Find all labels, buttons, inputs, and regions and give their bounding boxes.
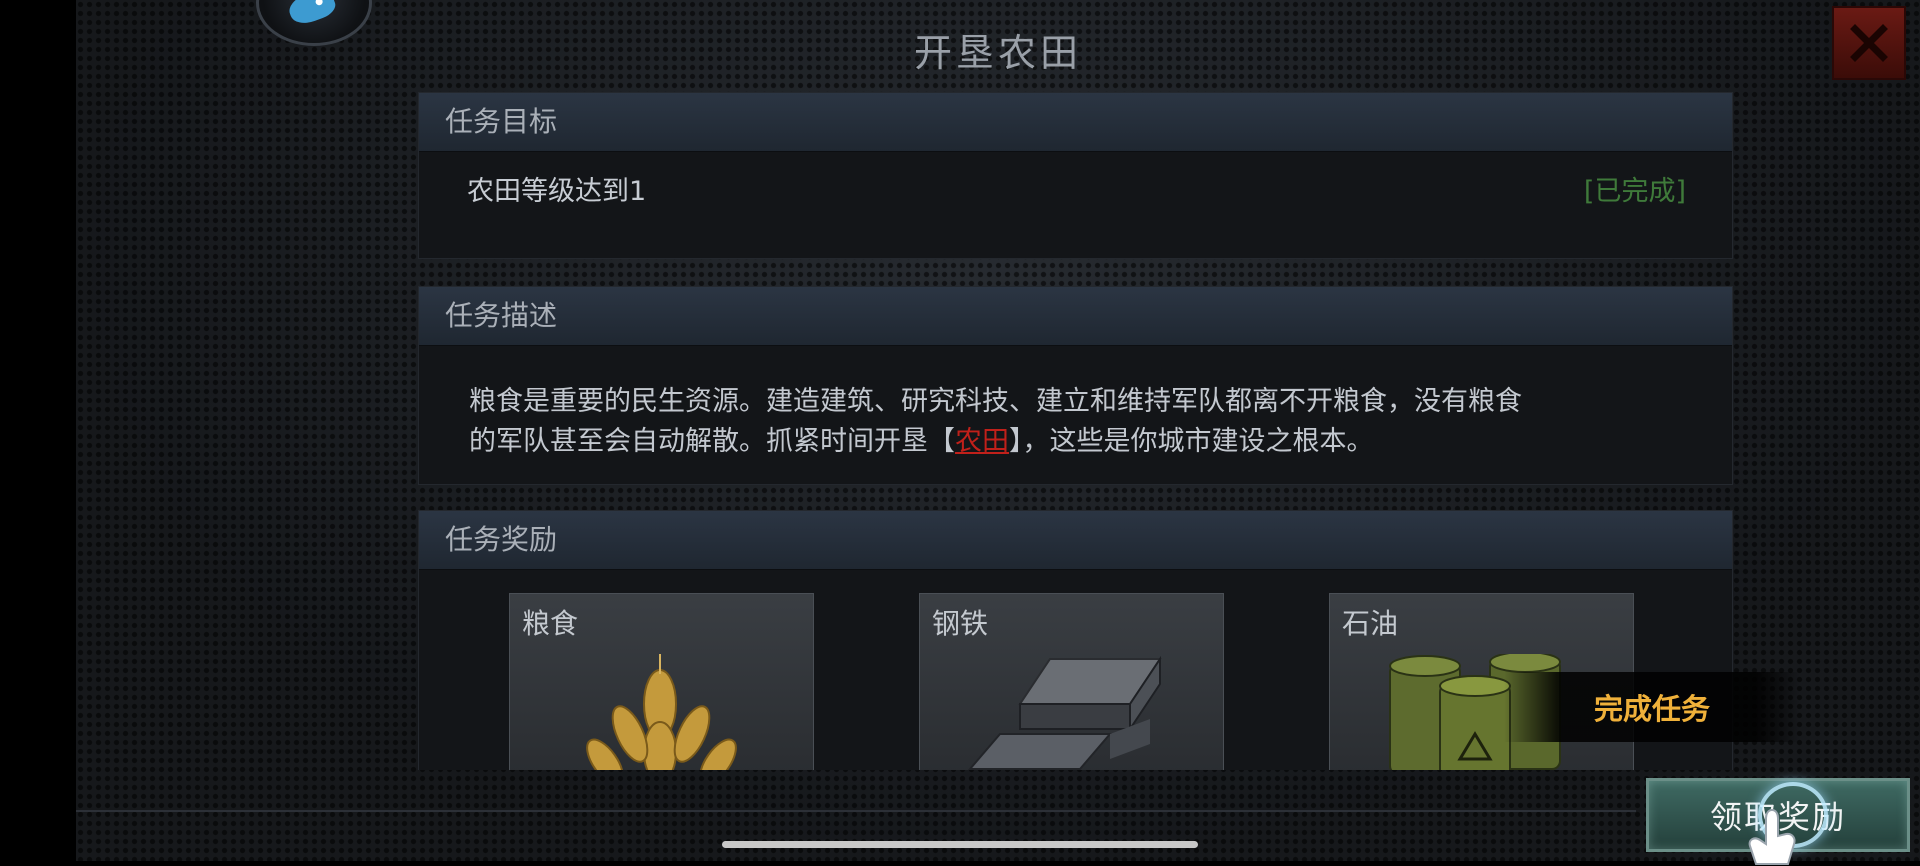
description-line-2: 的军队甚至会自动解散。抓紧时间开垦【农田】，这些是你城市建设之根本。 — [469, 422, 1686, 462]
description-line-1: 粮食是重要的民生资源。建造建筑、研究科技、建立和维持军队都离不开粮食，没有粮食 — [469, 386, 1522, 417]
goal-text: 农田等级达到1 — [467, 176, 647, 207]
bottom-divider — [76, 810, 1636, 812]
description-line-2-post: 】，这些是你城市建设之根本。 — [1009, 426, 1374, 457]
reward-card-food[interactable]: 粮食 — [509, 593, 814, 770]
description-header: 任务描述 — [419, 287, 1732, 346]
wheat-icon — [586, 654, 737, 770]
complete-quest-tooltip: 完成任务 — [1504, 672, 1800, 742]
description-text: 粮食是重要的民生资源。建造建筑、研究科技、建立和维持军队都离不开粮食，没有粮食 … — [469, 382, 1686, 462]
quest-content[interactable]: 任务目标 农田等级达到1 [已完成] 任务描述 粮食是重要的民生资源。建造建筑、… — [418, 90, 1733, 770]
dialog-title: 开垦农田 — [913, 31, 1082, 75]
close-button[interactable] — [1832, 6, 1906, 80]
reward-card-steel[interactable]: 钢铁 — [919, 593, 1224, 770]
pointing-hand-icon — [1748, 808, 1796, 865]
close-icon — [1850, 24, 1888, 62]
farmland-link[interactable]: 农田 — [955, 426, 1009, 457]
description-line-2-pre: 的军队甚至会自动解散。抓紧时间开垦【 — [469, 426, 955, 457]
reward-label-steel: 钢铁 — [932, 607, 989, 640]
goal-panel: 任务目标 农田等级达到1 [已完成] — [418, 92, 1733, 259]
rewards-header: 任务奖励 — [419, 511, 1732, 570]
reward-label-oil: 石油 — [1342, 607, 1399, 640]
home-indicator[interactable] — [722, 841, 1198, 848]
goal-header: 任务目标 — [419, 93, 1732, 152]
goal-status: [已完成] — [1583, 176, 1686, 207]
goal-row: 农田等级达到1 [已完成] — [467, 169, 1686, 208]
description-panel: 任务描述 粮食是重要的民生资源。建造建筑、研究科技、建立和维持军队都离不开粮食，… — [418, 286, 1733, 485]
steel-ingot-icon — [967, 655, 1162, 770]
